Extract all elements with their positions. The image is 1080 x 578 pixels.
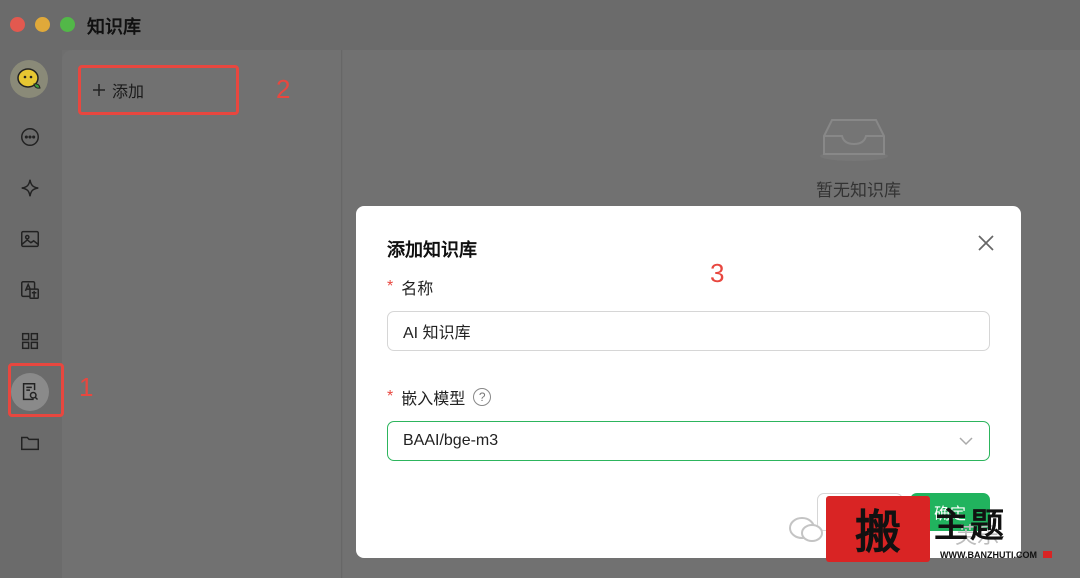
title-bar: 知识库 [0,0,1080,50]
annotation-number-3: 3 [710,258,725,288]
dialog-title: 添加知识库 [387,240,477,260]
annotation-number-2: 2 [276,74,291,104]
banzhuti-logo-url: WWW.BANZHUTI.COM [940,550,1037,560]
sidebar-item-translate[interactable] [11,271,49,309]
empty-inbox-icon [820,119,888,161]
sidebar-item-image[interactable] [11,220,49,258]
selected-model-value: BAAI/bge-m3 [403,432,499,449]
folder-icon [21,436,39,451]
name-input[interactable] [387,311,990,351]
model-label-text: 嵌入模型 [401,391,466,408]
window-close-button[interactable] [10,17,25,32]
window-maximize-button[interactable] [60,17,75,32]
embedding-model-select[interactable]: BAAI/bge-m3 [387,421,990,461]
model-field-label: * 嵌入模型 ? [387,385,492,409]
banzhuti-logo-text: 主题 [934,507,1006,545]
chevron-down-icon [959,437,973,446]
name-label-text: 名称 [401,281,434,298]
window-minimize-button[interactable] [35,17,50,32]
wechat-watermark-icon [789,517,823,542]
annotation-number-1: 1 [79,372,94,402]
user-avatar[interactable] [10,60,48,98]
banzhuti-stamp-logo: 搬 [826,496,930,562]
knowledge-list-panel [62,50,342,578]
image-icon [21,230,39,248]
sidebar-item-assistant[interactable] [11,169,49,207]
logo-accent-mark [1043,551,1052,558]
sidebar-item-apps[interactable] [11,322,49,360]
window-title: 知识库 [87,17,141,37]
annotation-box-knowledge [8,363,64,417]
sparkle-icon [21,179,39,197]
empty-state-text: 暂无知识库 [816,181,901,200]
translate-icon [21,281,39,299]
sidebar-item-chat[interactable] [11,118,49,156]
required-asterisk: * [387,278,394,295]
sidebar-item-files[interactable] [11,424,49,462]
grid-icon [21,332,39,350]
name-field-label: * 名称 [387,275,433,299]
annotation-box-add [78,65,239,115]
sidebar [0,50,62,578]
lemon-avatar-icon [17,68,41,89]
required-asterisk: * [387,388,394,405]
close-icon[interactable] [975,232,997,254]
chat-bubble-icon [21,128,39,146]
help-question-icon[interactable]: ? [473,388,492,406]
